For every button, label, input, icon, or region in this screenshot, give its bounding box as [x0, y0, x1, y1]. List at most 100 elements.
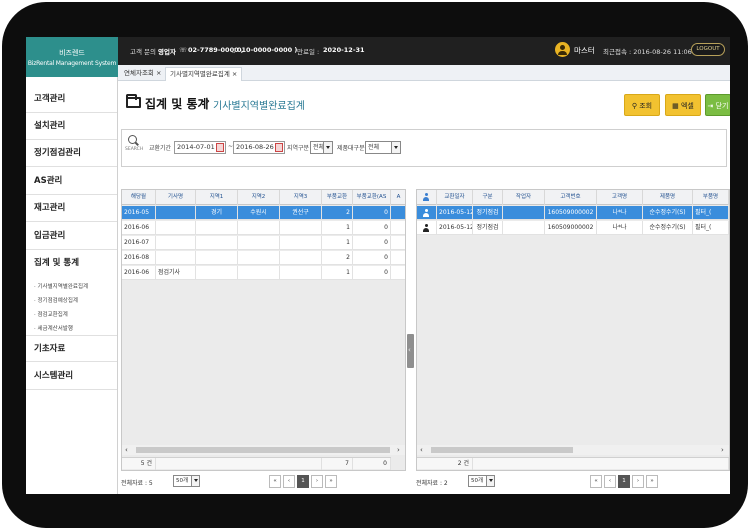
column-header[interactable]: A: [391, 190, 405, 205]
search-button[interactable]: ⚲ 조회: [624, 94, 660, 116]
table-row[interactable]: 2016-08 2 0: [122, 251, 405, 265]
search-button-label: 조회: [639, 102, 653, 110]
scroll-thumb[interactable]: [431, 447, 573, 453]
close-icon[interactable]: ×: [156, 69, 161, 77]
column-header[interactable]: 부품교환(AS: [353, 190, 391, 205]
horizontal-scrollbar[interactable]: ‹ ›: [417, 445, 729, 455]
user-name[interactable]: 마스터: [574, 45, 595, 56]
user-avatar-icon: [555, 42, 570, 57]
table-cell: 1: [322, 236, 353, 250]
table-cell: [156, 251, 196, 265]
horizontal-scrollbar[interactable]: ‹ ›: [122, 445, 405, 455]
sidebar-item-statistics[interactable]: 집계 및 통계: [26, 250, 117, 277]
table-row[interactable]: 2016-06 1 0: [122, 221, 405, 235]
column-header[interactable]: 고객번호: [545, 190, 597, 205]
next-page-button[interactable]: ›: [311, 475, 323, 488]
table-cell: [156, 221, 196, 235]
calendar-icon[interactable]: [275, 143, 283, 152]
column-header[interactable]: 작업자: [503, 190, 545, 205]
column-header[interactable]: 교환일자: [437, 190, 473, 205]
app-logo[interactable]: 비즈렌드 BizRental Management System: [26, 37, 118, 77]
column-header[interactable]: 지역1: [196, 190, 238, 205]
tab-overdue[interactable]: 연체자조회 ×: [120, 67, 165, 81]
table-cell: 수원시: [238, 206, 280, 220]
table-row[interactable]: 2016-05-12 정기점검 160509000002 나*나 순수정수기(S) 필터_…: [417, 206, 729, 220]
close-button-label: 닫기: [715, 102, 729, 110]
excel-button[interactable]: ▦ 엑셀: [665, 94, 701, 116]
table-cell: [196, 221, 238, 235]
column-header[interactable]: 고객명: [597, 190, 643, 205]
sidebar-item-inventory[interactable]: 재고관리: [26, 195, 117, 222]
table-cell: 0: [353, 266, 391, 280]
column-header[interactable]: 기사명: [156, 190, 196, 205]
sidebar-item-customer[interactable]: 고객관리: [26, 86, 117, 113]
region-label: 지역구분: [287, 145, 310, 152]
logo-english: BizRental Management System: [27, 60, 117, 67]
scroll-thumb[interactable]: [136, 447, 390, 453]
first-page-button[interactable]: «: [269, 475, 281, 488]
page-size-select[interactable]: 50개: [468, 475, 495, 487]
user-icon: [423, 193, 429, 201]
page-number-button[interactable]: 1: [618, 475, 630, 488]
calendar-icon[interactable]: [216, 143, 224, 152]
scroll-right-icon[interactable]: ›: [721, 445, 724, 455]
date-to-input[interactable]: 2016-08-26: [233, 141, 285, 154]
scroll-left-icon[interactable]: ‹: [420, 445, 423, 455]
sidebar-item-as[interactable]: AS관리: [26, 168, 117, 195]
tab-completion-summary[interactable]: 기사별지역별완료집계 ×: [165, 67, 243, 81]
column-header[interactable]: 지역2: [238, 190, 280, 205]
table-cell: 정기점검: [473, 221, 503, 235]
submenu-inspection-forecast[interactable]: · 정기점검예상집계: [34, 296, 78, 304]
chevron-down-icon: [323, 142, 332, 153]
sidebar-item-installation[interactable]: 설치관리: [26, 113, 117, 140]
table-row[interactable]: 2016-05 경기 수원시 권선구 2 0: [122, 206, 405, 220]
prev-page-button[interactable]: ‹: [283, 475, 295, 488]
close-icon[interactable]: ×: [232, 70, 237, 78]
column-header[interactable]: 구분: [473, 190, 503, 205]
table-row[interactable]: 2016-07 1 0: [122, 236, 405, 250]
column-header[interactable]: 지역3: [280, 190, 322, 205]
close-button[interactable]: ⇥ 닫기: [705, 94, 730, 116]
app-screen: 고객 문의 : 영업자 ☏ 02-7789-0000 , ▯ 010-0000-…: [26, 37, 730, 494]
product-select[interactable]: 전체: [365, 141, 401, 154]
scroll-left-icon[interactable]: ‹: [125, 445, 128, 455]
sidebar-item-system[interactable]: 시스템관리: [26, 363, 117, 390]
table-cell: 2016-08: [122, 251, 156, 265]
last-page-button[interactable]: »: [325, 475, 337, 488]
logout-button[interactable]: LOGOUT: [691, 43, 725, 56]
sidebar-item-base-data[interactable]: 기초자료: [26, 335, 117, 362]
table-cell: 2: [322, 206, 353, 220]
column-header[interactable]: 해당월: [122, 190, 156, 205]
submenu-tax-invoice[interactable]: · 세금계산서발행: [34, 324, 73, 332]
date-from-input[interactable]: 2014-07-01: [174, 141, 226, 154]
mobile-icon: ▯: [232, 46, 236, 54]
table-cell: [196, 236, 238, 250]
footer-sum: 0: [353, 458, 391, 470]
prev-page-button[interactable]: ‹: [604, 475, 616, 488]
last-page-button[interactable]: »: [646, 475, 658, 488]
table-cell: 1: [322, 266, 353, 280]
panel-splitter[interactable]: [407, 334, 414, 368]
search-caption: SEARCH: [125, 147, 144, 152]
table-row[interactable]: 2016-05-12 정기점검 160509000002 나*나 순수정수기(S) 필터_…: [417, 221, 729, 235]
first-page-button[interactable]: «: [590, 475, 602, 488]
column-header[interactable]: 부품명: [693, 190, 729, 205]
column-header[interactable]: 제품명: [643, 190, 693, 205]
table-cell: [156, 206, 196, 220]
sidebar-item-inspection[interactable]: 정기점검관리: [26, 140, 117, 167]
page-size-select[interactable]: 50개: [173, 475, 200, 487]
scroll-right-icon[interactable]: ›: [397, 445, 400, 455]
page-number-button[interactable]: 1: [297, 475, 309, 488]
table-row[interactable]: 2016-06 점검기사 1 0: [122, 266, 405, 280]
table-cell: [238, 236, 280, 250]
device-frame: 고객 문의 : 영업자 ☏ 02-7789-0000 , ▯ 010-0000-…: [2, 2, 748, 528]
column-header[interactable]: 부품교환: [322, 190, 353, 205]
table-cell: 2016-07: [122, 236, 156, 250]
region-select[interactable]: 전체: [310, 141, 333, 154]
phone-icon: ☏: [179, 46, 188, 54]
sidebar-item-deposit[interactable]: 입금관리: [26, 223, 117, 250]
row-icon-cell: [417, 221, 437, 235]
submenu-exchange-summary[interactable]: · 점검교환집계: [34, 310, 68, 318]
next-page-button[interactable]: ›: [632, 475, 644, 488]
submenu-completion-summary[interactable]: · 기사별지역별완료집계: [34, 282, 88, 290]
